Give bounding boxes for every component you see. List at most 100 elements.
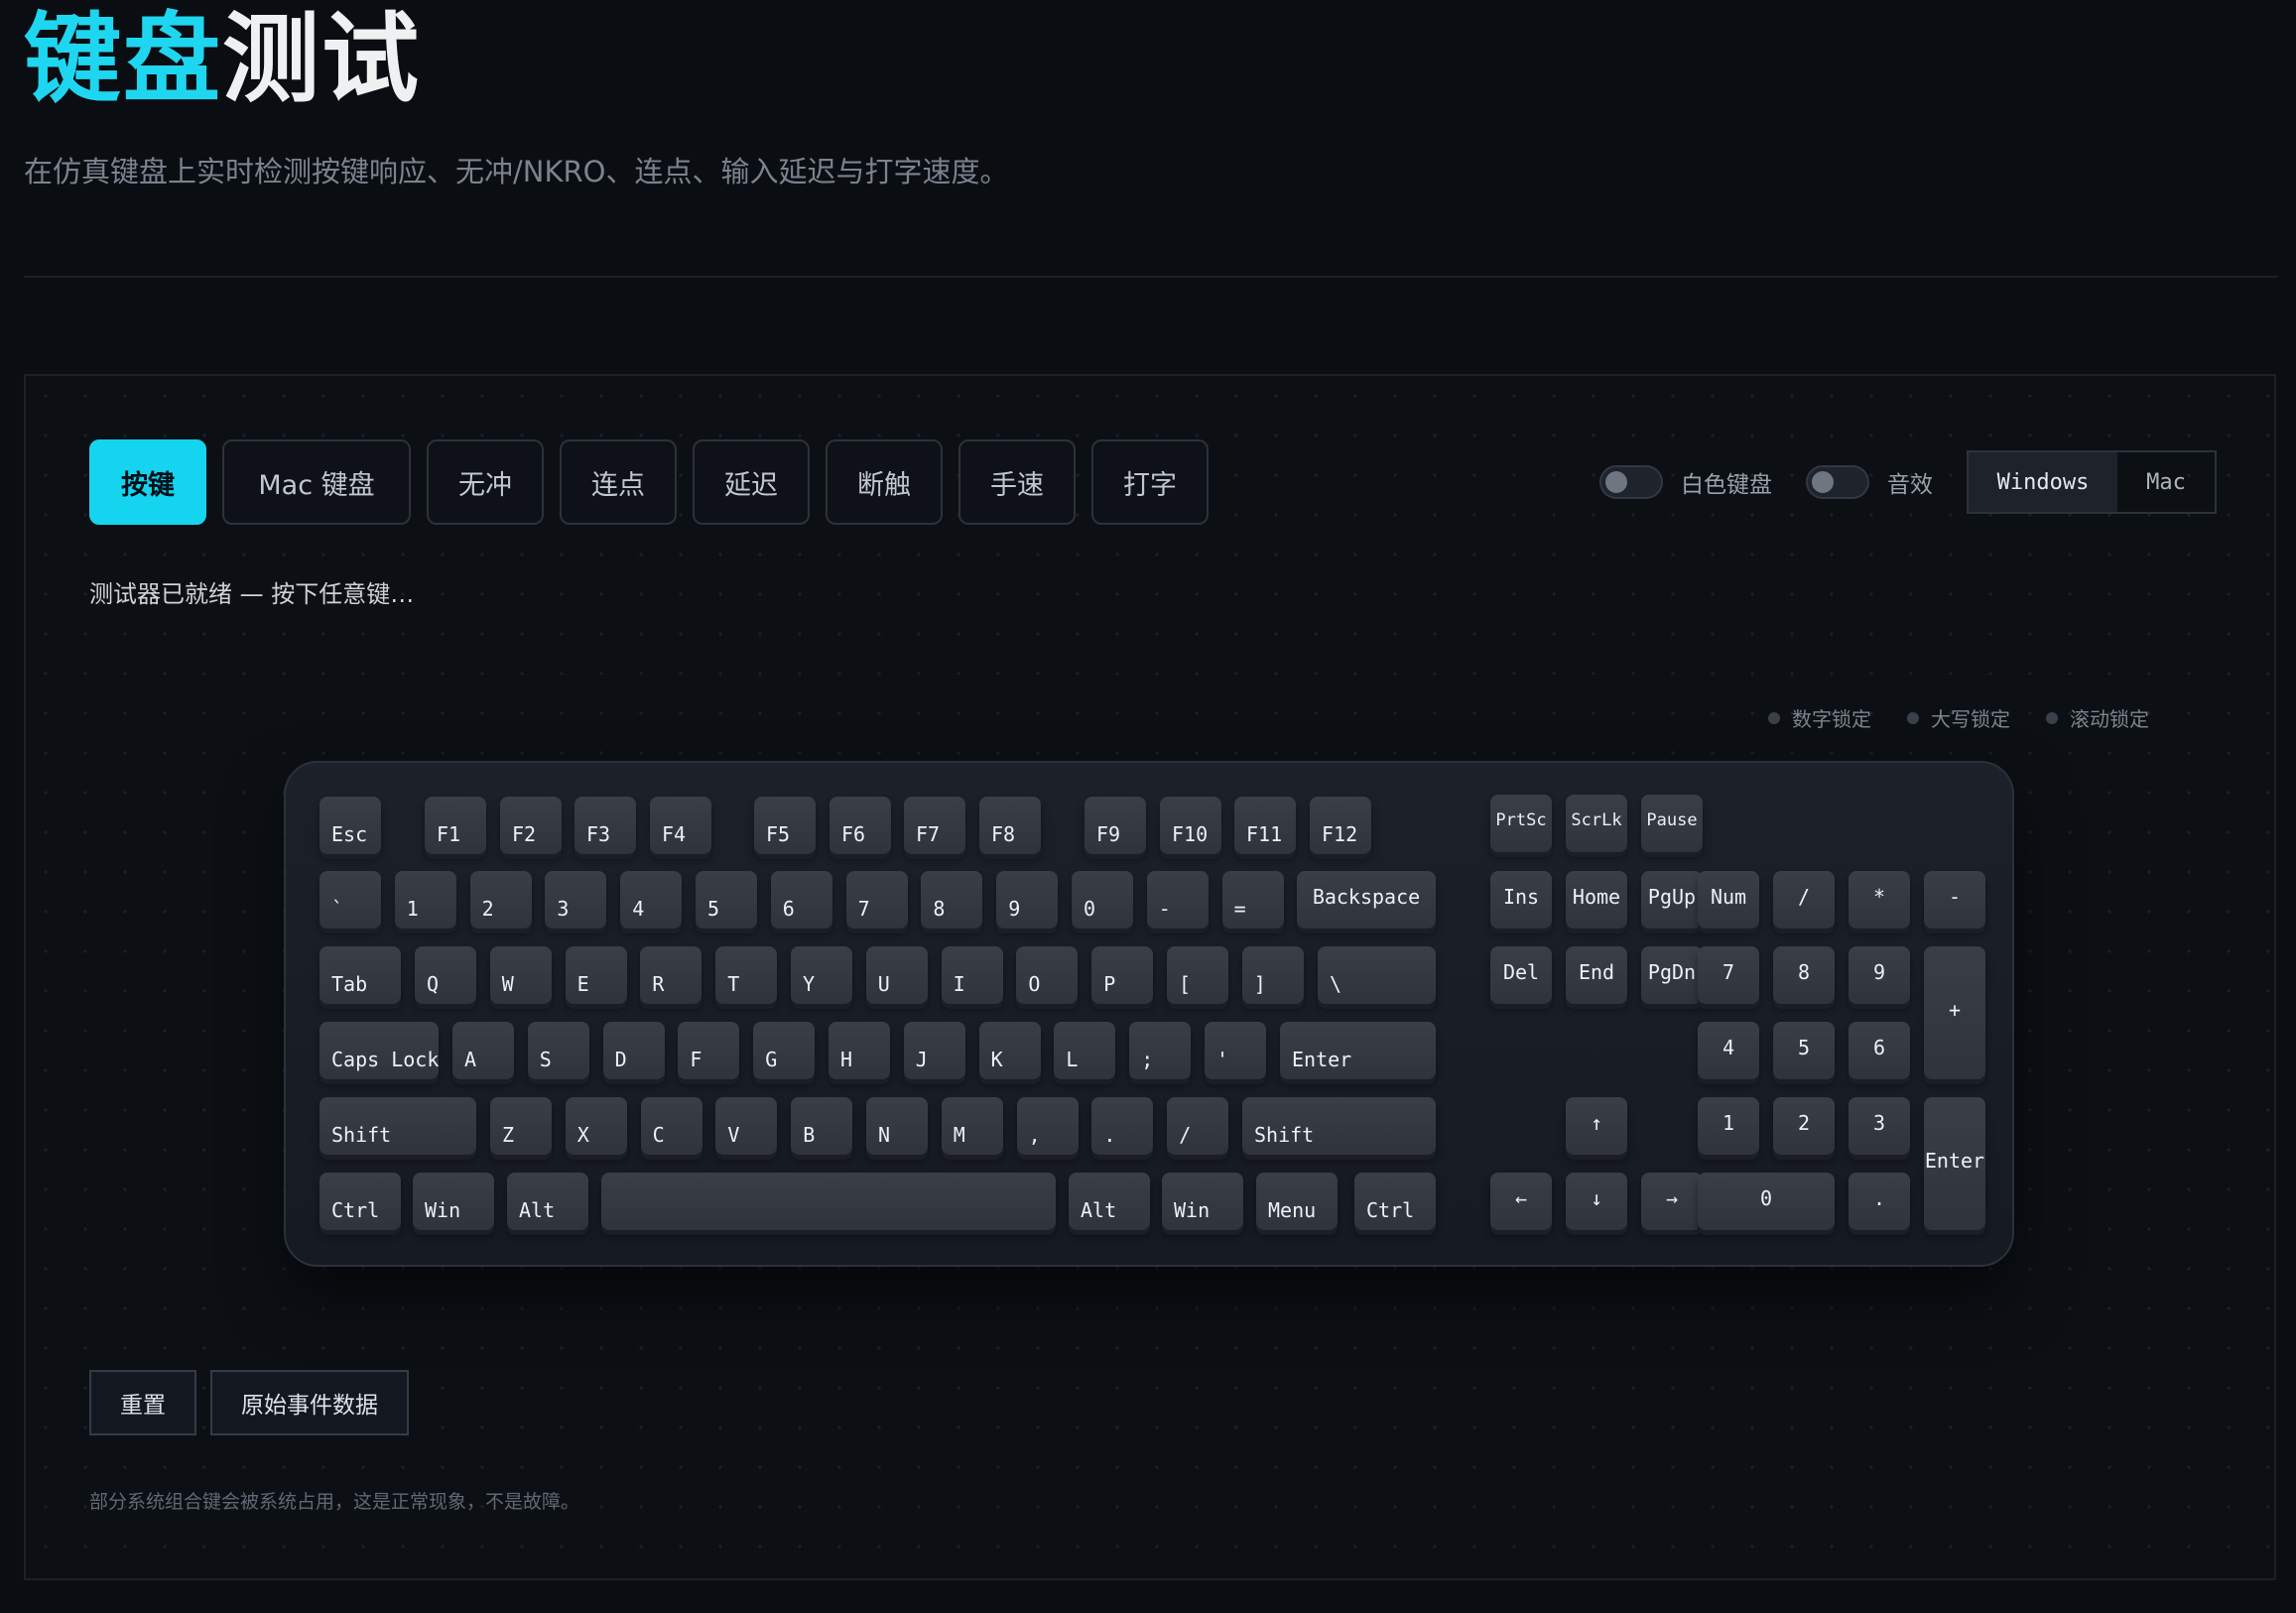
key-quote[interactable]: '	[1205, 1022, 1266, 1079]
key-b[interactable]: B	[791, 1097, 853, 1155]
key-n[interactable]: N	[866, 1097, 928, 1155]
key-x[interactable]: X	[565, 1097, 627, 1155]
key-z[interactable]: Z	[490, 1097, 552, 1155]
key-pgdn[interactable]: PgDn	[1641, 946, 1703, 1004]
key-prtsc[interactable]: PrtSc	[1490, 795, 1552, 852]
key-numpad-period[interactable]: .	[1849, 1173, 1910, 1230]
key-j[interactable]: J	[903, 1022, 965, 1079]
key-v[interactable]: V	[715, 1097, 778, 1155]
key-backtick[interactable]: `	[319, 871, 381, 929]
key-f9[interactable]: F9	[1084, 797, 1146, 854]
key-numpad-asterisk[interactable]: *	[1849, 871, 1910, 929]
key-backspace[interactable]: Backspace	[1297, 871, 1436, 929]
key-scrlk[interactable]: ScrLk	[1566, 795, 1627, 852]
key-lbracket[interactable]: [	[1167, 946, 1228, 1004]
key-home[interactable]: Home	[1566, 871, 1627, 929]
key-o[interactable]: O	[1016, 946, 1079, 1004]
key-f1[interactable]: F1	[425, 797, 486, 854]
key-left-win[interactable]: Win	[413, 1173, 494, 1230]
key-backslash[interactable]: \	[1318, 946, 1436, 1004]
key-s[interactable]: S	[527, 1022, 589, 1079]
key-slash[interactable]: /	[1167, 1097, 1229, 1155]
key-w[interactable]: W	[489, 946, 552, 1004]
key-menu[interactable]: Menu	[1256, 1173, 1338, 1230]
key-k[interactable]: K	[978, 1022, 1041, 1079]
tab-typing[interactable]: 打字	[1091, 439, 1209, 525]
key-f3[interactable]: F3	[574, 797, 636, 854]
key-left-alt[interactable]: Alt	[507, 1173, 588, 1230]
key-numpad-minus[interactable]: -	[1924, 871, 1985, 929]
key-left-ctrl[interactable]: Ctrl	[319, 1173, 401, 1230]
key-f4[interactable]: F4	[650, 797, 711, 854]
key-ins[interactable]: Ins	[1490, 871, 1552, 929]
key-del[interactable]: Del	[1490, 946, 1552, 1004]
key-y[interactable]: Y	[791, 946, 852, 1004]
key-6[interactable]: 6	[770, 871, 832, 929]
key-minus[interactable]: -	[1146, 871, 1209, 929]
key-numpad-8[interactable]: 8	[1773, 946, 1835, 1004]
key-end[interactable]: End	[1566, 946, 1627, 1004]
key-pgup[interactable]: PgUp	[1641, 871, 1703, 929]
key-numpad-9[interactable]: 9	[1849, 946, 1910, 1004]
key-u[interactable]: U	[865, 946, 928, 1004]
key-g[interactable]: G	[753, 1022, 816, 1079]
key-numpad-2[interactable]: 2	[1773, 1097, 1835, 1155]
key-0[interactable]: 0	[1072, 871, 1133, 929]
tab-nkro[interactable]: 无冲	[427, 439, 544, 525]
key-space[interactable]	[601, 1173, 1056, 1230]
key-q[interactable]: Q	[415, 946, 476, 1004]
key-a[interactable]: A	[452, 1022, 514, 1079]
key-numpad-4[interactable]: 4	[1698, 1022, 1759, 1079]
key-e[interactable]: E	[565, 946, 627, 1004]
tab-chatter[interactable]: 断触	[826, 439, 943, 525]
key-pause[interactable]: Pause	[1641, 795, 1703, 852]
key-1[interactable]: 1	[394, 871, 456, 929]
key-semicolon[interactable]: ;	[1129, 1022, 1192, 1079]
key-numpad-5[interactable]: 5	[1773, 1022, 1835, 1079]
key-right[interactable]: →	[1641, 1173, 1703, 1230]
reset-button[interactable]: 重置	[89, 1370, 196, 1435]
key-comma[interactable]: ,	[1016, 1097, 1079, 1155]
key-i[interactable]: I	[941, 946, 1003, 1004]
key-rbracket[interactable]: ]	[1241, 946, 1304, 1004]
sound-toggle[interactable]: 音效	[1806, 465, 1933, 499]
key-r[interactable]: R	[640, 946, 702, 1004]
key-2[interactable]: 2	[469, 871, 532, 929]
key-numpad-6[interactable]: 6	[1849, 1022, 1910, 1079]
key-caps-lock[interactable]: Caps Lock	[319, 1022, 439, 1079]
tab-keys[interactable]: 按键	[89, 439, 206, 525]
key-numpad-1[interactable]: 1	[1698, 1097, 1759, 1155]
os-mac-button[interactable]: Mac	[2117, 452, 2215, 512]
tab-hand-speed[interactable]: 手速	[958, 439, 1076, 525]
key-f5[interactable]: F5	[754, 797, 816, 854]
key-8[interactable]: 8	[921, 871, 983, 929]
key-numpad-3[interactable]: 3	[1849, 1097, 1910, 1155]
key-numpad-num[interactable]: Num	[1698, 871, 1759, 929]
key-right-shift[interactable]: Shift	[1242, 1097, 1436, 1155]
key-5[interactable]: 5	[696, 871, 757, 929]
tab-mac-keyboard[interactable]: Mac 键盘	[222, 439, 411, 525]
key-f10[interactable]: F10	[1160, 797, 1221, 854]
key-f7[interactable]: F7	[904, 797, 965, 854]
key-numpad-7[interactable]: 7	[1698, 946, 1759, 1004]
raw-events-button[interactable]: 原始事件数据	[210, 1370, 409, 1435]
key-f6[interactable]: F6	[829, 797, 891, 854]
key-period[interactable]: .	[1091, 1097, 1154, 1155]
key-right-alt[interactable]: Alt	[1069, 1173, 1150, 1230]
key-tab[interactable]: Tab	[319, 946, 401, 1004]
key-right-ctrl[interactable]: Ctrl	[1354, 1173, 1436, 1230]
key-right-win[interactable]: Win	[1162, 1173, 1243, 1230]
key-numpad-plus[interactable]: +	[1924, 946, 1985, 1079]
key-equals[interactable]: =	[1221, 871, 1284, 929]
key-t[interactable]: T	[715, 946, 778, 1004]
key-enter[interactable]: Enter	[1280, 1022, 1436, 1079]
key-7[interactable]: 7	[845, 871, 908, 929]
key-3[interactable]: 3	[545, 871, 607, 929]
key-f12[interactable]: F12	[1310, 797, 1371, 854]
os-windows-button[interactable]: Windows	[1969, 452, 2117, 512]
key-4[interactable]: 4	[620, 871, 683, 929]
key-m[interactable]: M	[941, 1097, 1003, 1155]
key-left-shift[interactable]: Shift	[319, 1097, 476, 1155]
key-f11[interactable]: F11	[1234, 797, 1296, 854]
key-up[interactable]: ↑	[1566, 1097, 1627, 1155]
